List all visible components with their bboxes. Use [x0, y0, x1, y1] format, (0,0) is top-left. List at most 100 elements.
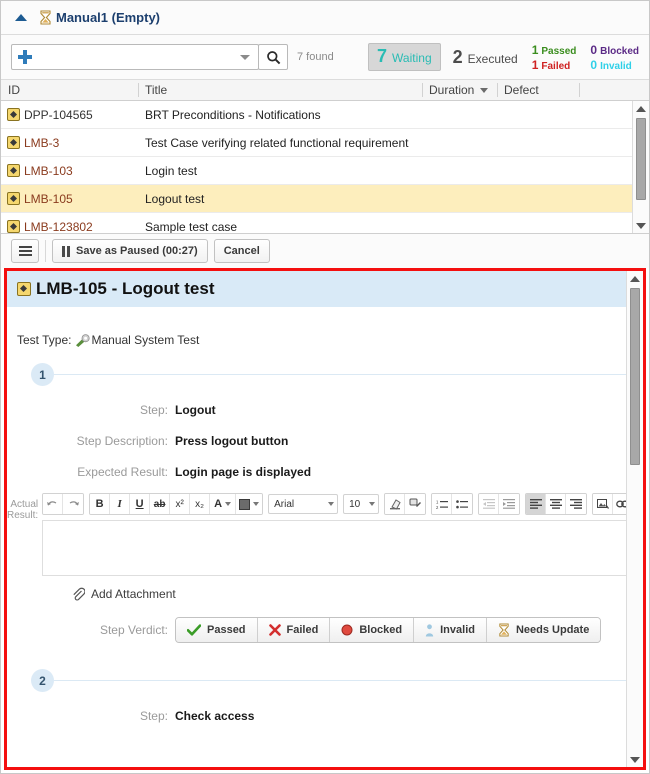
bold-button[interactable]: B: [90, 494, 110, 514]
highlight-color-button[interactable]: [236, 494, 262, 514]
align-center-icon[interactable]: [546, 494, 566, 514]
font-family-select[interactable]: Arial: [268, 494, 338, 514]
italic-button[interactable]: I: [110, 494, 130, 514]
stat-executed-label: Executed: [468, 52, 518, 66]
text-color-button[interactable]: A: [210, 494, 236, 514]
column-header-id[interactable]: ID: [1, 80, 138, 100]
stat-executed-count: 2: [453, 47, 463, 68]
bullet-list-icon[interactable]: [452, 494, 472, 514]
column-header-duration[interactable]: Duration: [422, 80, 497, 100]
add-attachment-link[interactable]: Add Attachment: [7, 587, 626, 601]
verdict-failed-button[interactable]: Failed: [258, 618, 331, 642]
expected-result-value: Login page is displayed: [175, 465, 311, 479]
caret-up-icon[interactable]: [15, 14, 27, 21]
page-title: LMB-105 - Logout test: [36, 279, 215, 299]
outdent-icon[interactable]: [479, 494, 499, 514]
step-description-label: Step Description:: [7, 434, 175, 448]
step-label: Step:: [7, 403, 175, 417]
underline-button[interactable]: U: [130, 494, 150, 514]
indent-icon[interactable]: [499, 494, 519, 514]
table-row[interactable]: LMB-123802 Sample test case: [1, 213, 649, 234]
search-button[interactable]: [258, 44, 288, 70]
step-field-description: Step Description: Press logout button: [7, 434, 626, 448]
align-left-icon[interactable]: [526, 494, 546, 514]
verdict-needs-update-button[interactable]: Needs Update: [487, 618, 600, 642]
paperclip-icon: [71, 587, 85, 601]
scroll-up-icon[interactable]: [627, 271, 643, 286]
align-right-icon[interactable]: [566, 494, 586, 514]
column-label-duration: Duration: [429, 83, 474, 97]
stat-failed[interactable]: 1Failed: [532, 58, 577, 72]
clear-format-group: [384, 493, 426, 515]
eraser-icon[interactable]: [385, 494, 405, 514]
stat-waiting[interactable]: 7 Waiting: [368, 43, 441, 71]
scrollbar-thumb[interactable]: [636, 118, 646, 200]
add-attachment-label: Add Attachment: [91, 587, 176, 601]
chevron-down-icon[interactable]: [240, 55, 250, 60]
strikethrough-button[interactable]: ab: [150, 494, 170, 514]
table-row-selected[interactable]: LMB-105 Logout test: [1, 185, 649, 213]
save-as-paused-button[interactable]: Save as Paused (00:27): [52, 239, 208, 263]
stat-invalid-label: Invalid: [600, 61, 632, 72]
chevron-down-icon: [369, 502, 375, 506]
column-header-title[interactable]: Title: [138, 80, 422, 100]
hourglass-icon: [39, 10, 52, 25]
step-divider: [54, 680, 626, 681]
link-icon[interactable]: [613, 494, 626, 514]
hamburger-menu-icon: [19, 246, 32, 256]
image-icon[interactable]: [593, 494, 613, 514]
test-execution-window: Manual1 (Empty) 7 found 7 Waiting 2 Exec…: [0, 0, 650, 774]
font-size-select[interactable]: 10: [343, 494, 379, 514]
verdict-passed-button[interactable]: Passed: [176, 618, 258, 642]
undo-icon[interactable]: [43, 494, 63, 514]
actual-result-block: Actual Result: B: [7, 493, 626, 576]
results-count: 7 found: [297, 51, 334, 63]
verdict-counters: 1Passed 0Blocked 1Failed 0Invalid: [532, 43, 639, 72]
verdict-failed-label: Failed: [287, 624, 319, 636]
cancel-button[interactable]: Cancel: [214, 239, 270, 263]
stat-passed-label: Passed: [541, 46, 576, 57]
search-icon: [266, 50, 281, 65]
redo-icon[interactable]: [63, 494, 83, 514]
scroll-down-icon[interactable]: [627, 752, 643, 767]
search-field[interactable]: [11, 44, 259, 70]
stat-blocked[interactable]: 0Blocked: [590, 43, 639, 57]
scroll-up-icon[interactable]: [633, 101, 649, 116]
plus-icon[interactable]: [18, 50, 32, 64]
numbered-list-icon[interactable]: 12: [432, 494, 452, 514]
execution-toolbar: Save as Paused (00:27) Cancel: [1, 234, 649, 268]
grid-scrollbar[interactable]: [632, 101, 649, 233]
stat-failed-label: Failed: [541, 61, 570, 72]
sort-desc-icon: [480, 88, 488, 93]
stat-executed[interactable]: 2 Executed: [453, 47, 518, 68]
stat-invalid[interactable]: 0Invalid: [590, 58, 639, 72]
table-row[interactable]: LMB-103 Login test: [1, 157, 649, 185]
subscript-button[interactable]: x₂: [190, 494, 210, 514]
save-as-paused-label: Save as Paused (00:27): [76, 245, 198, 257]
table-row[interactable]: LMB-3 Test Case verifying related functi…: [1, 129, 649, 157]
test-type-label: Test Type:: [17, 333, 71, 347]
step-divider: [54, 374, 626, 375]
align-group: [525, 493, 587, 515]
detail-scrollbar[interactable]: [626, 271, 643, 767]
verdict-blocked-button[interactable]: Blocked: [330, 618, 414, 642]
paint-format-icon[interactable]: [405, 494, 425, 514]
cell-id: LMB-3: [1, 136, 138, 150]
verdict-invalid-button[interactable]: Invalid: [414, 618, 487, 642]
circle-icon: [341, 624, 353, 636]
search-input[interactable]: [32, 50, 240, 64]
scrollbar-thumb[interactable]: [630, 288, 640, 465]
stat-passed[interactable]: 1Passed: [532, 43, 577, 57]
table-row[interactable]: DPP-104565 BRT Preconditions - Notificat…: [1, 101, 649, 129]
stat-failed-count: 1: [532, 58, 539, 72]
expected-result-label: Expected Result:: [7, 465, 175, 479]
scroll-down-icon[interactable]: [633, 218, 649, 233]
menu-button[interactable]: [11, 239, 39, 263]
test-detail-panel: LMB-105 - Logout test Test Type: Manual …: [4, 268, 646, 770]
step2-field-step: Step: Check access: [7, 709, 626, 723]
column-header-defect[interactable]: Defect: [497, 80, 579, 100]
test-type-value: Manual System Test: [91, 333, 199, 347]
actual-result-input[interactable]: [42, 520, 626, 576]
svg-text:1: 1: [436, 499, 439, 504]
superscript-button[interactable]: x²: [170, 494, 190, 514]
